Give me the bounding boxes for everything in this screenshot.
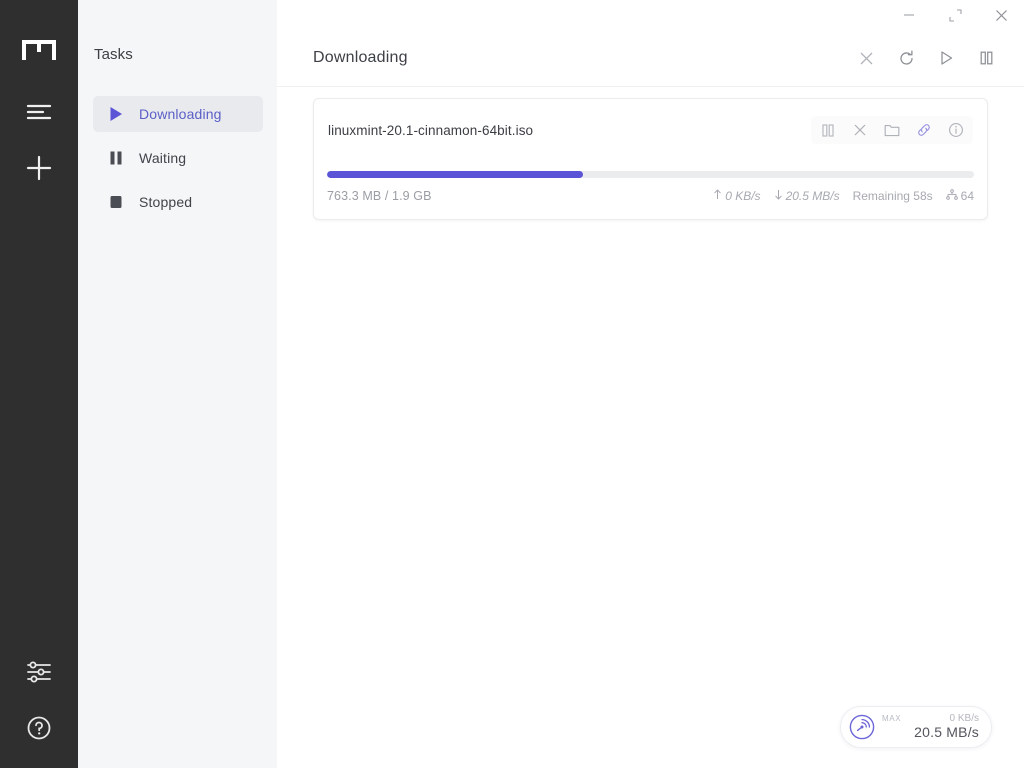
sidebar-item-label: Stopped	[139, 194, 192, 210]
task-list: linuxmint-20.1-cinnamon-64bit.iso	[313, 98, 988, 220]
refresh-button[interactable]	[892, 44, 920, 72]
task-row[interactable]: linuxmint-20.1-cinnamon-64bit.iso	[313, 98, 988, 220]
peers-stat: 64	[946, 189, 974, 203]
minimize-icon[interactable]	[886, 0, 932, 30]
header-divider	[277, 86, 1024, 87]
pause-task-button[interactable]	[815, 118, 841, 142]
header-actions	[852, 44, 1000, 72]
task-footer: 763.3 MB / 1.9 GB 0 KB/s	[327, 186, 974, 206]
max-label: MAX	[882, 713, 901, 724]
menu-icon[interactable]	[0, 92, 78, 132]
speedometer-icon	[849, 714, 875, 740]
sidebar-title: Tasks	[94, 46, 133, 63]
download-speed-stat: 20.5 MB/s	[774, 189, 840, 203]
upload-arrow-icon	[713, 189, 722, 203]
play-icon	[107, 105, 125, 123]
sidebar-item-label: Downloading	[139, 106, 222, 122]
global-speed-widget[interactable]: MAX 0 KB/s 20.5 MB/s	[840, 706, 992, 748]
remaining-time-stat: Remaining 58s	[853, 189, 933, 203]
peers-count: 64	[961, 189, 974, 203]
peers-icon	[946, 189, 958, 203]
speed-row-top: MAX 0 KB/s	[882, 713, 979, 724]
window-controls	[886, 0, 1024, 30]
download-arrow-icon	[774, 189, 783, 203]
info-icon[interactable]	[943, 118, 969, 142]
delete-all-button[interactable]	[852, 44, 880, 72]
delete-task-button[interactable]	[847, 118, 873, 142]
global-download-speed: 20.5 MB/s	[882, 724, 979, 741]
maximize-icon[interactable]	[932, 0, 978, 30]
task-header: linuxmint-20.1-cinnamon-64bit.iso	[328, 117, 973, 143]
motrix-logo	[0, 38, 78, 62]
sidebar-item-downloading[interactable]: Downloading	[93, 96, 263, 132]
sidebar-item-stopped[interactable]: Stopped	[93, 184, 263, 220]
sidebar-item-label: Waiting	[139, 150, 186, 166]
close-icon[interactable]	[978, 0, 1024, 30]
page-title: Downloading	[313, 49, 408, 67]
folder-icon[interactable]	[879, 118, 905, 142]
task-filename: linuxmint-20.1-cinnamon-64bit.iso	[328, 123, 533, 138]
speed-texts: MAX 0 KB/s 20.5 MB/s	[882, 713, 979, 741]
task-actions	[811, 116, 973, 144]
upload-speed-value: 0 KB/s	[725, 189, 760, 203]
progress-track	[327, 171, 974, 178]
sidebar-list: Downloading Waiting Stopped	[93, 96, 263, 228]
preferences-icon[interactable]	[0, 652, 78, 692]
task-size: 763.3 MB / 1.9 GB	[327, 189, 432, 203]
progress-fill	[327, 171, 583, 178]
help-icon[interactable]	[0, 708, 78, 748]
sidebar-item-waiting[interactable]: Waiting	[93, 140, 263, 176]
pause-icon	[107, 149, 125, 167]
task-stats: 0 KB/s 20.5 MB/s Remaining 58s	[713, 189, 974, 203]
resume-all-button[interactable]	[932, 44, 960, 72]
stop-icon	[107, 193, 125, 211]
upload-speed-stat: 0 KB/s	[713, 189, 760, 203]
download-speed-value: 20.5 MB/s	[786, 189, 840, 203]
main-header: Downloading	[277, 30, 1024, 86]
global-upload-speed: 0 KB/s	[950, 713, 979, 724]
main-panel: Downloading	[277, 0, 1024, 768]
app-window: Tasks Downloading Waiting	[0, 0, 1024, 768]
add-icon[interactable]	[0, 148, 78, 188]
icon-rail	[0, 0, 78, 768]
link-icon[interactable]	[911, 118, 937, 142]
tasks-sidebar: Tasks Downloading Waiting	[78, 0, 277, 768]
pause-all-button[interactable]	[972, 44, 1000, 72]
